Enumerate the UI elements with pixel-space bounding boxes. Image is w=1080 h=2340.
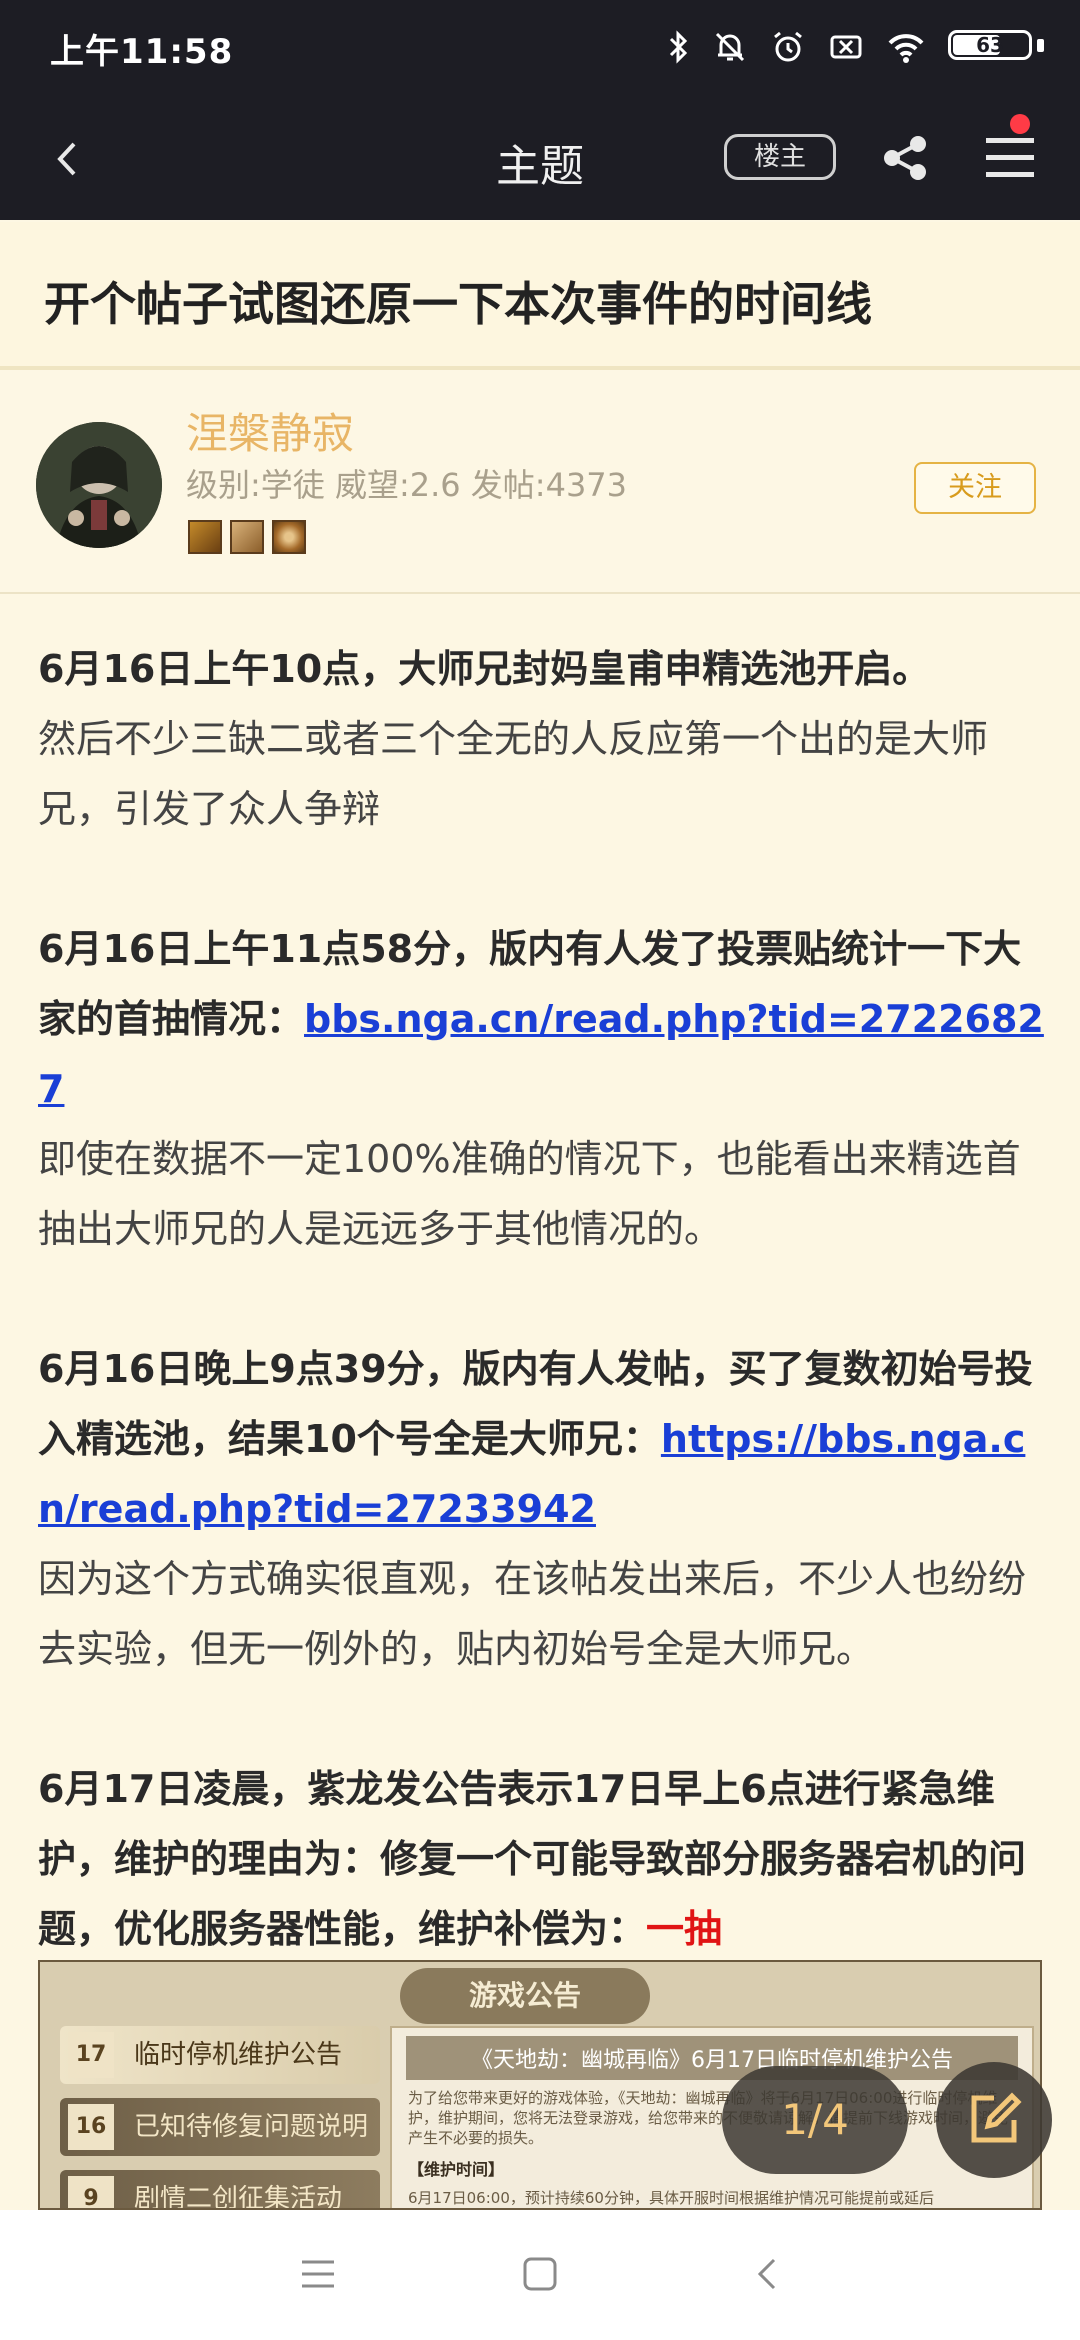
post-content: 6月16日上午10点，大师兄封妈皇甫申精选池开启。 然后不少三缺二或者三个全无的… [38,634,1048,2034]
timeline-heading: 6月16日上午10点，大师兄封妈皇甫申精选池开启。 [38,647,931,691]
home-icon[interactable] [522,2254,558,2294]
timeline-text: 然后不少三缺二或者三个全无的人反应第一个出的是大师兄，引发了众人争辩 [38,717,989,831]
avatar-image [36,422,162,548]
announcement-doc-title: 《天地劫：幽城再临》6月17日临时停机维护公告 [406,2036,1018,2080]
badge-icon-1 [188,520,222,554]
system-nav-bar [0,2210,1080,2340]
author-meta: 级别:学徒 威望:2.6 发帖:4373 [186,466,628,504]
back-nav-icon[interactable] [752,2254,782,2294]
author-card: 涅槃静寂 级别:学徒 威望:2.6 发帖:4373 关注 [0,370,1080,594]
timeline-text: 因为这个方式确实很直观，在该帖发出来后，不少人也纷纷去实验，但无一例外的，贴内初… [38,1557,1027,1671]
highlight-text: 一抽 [646,1907,723,1951]
battery-percent: 63 [976,33,1004,57]
app-header: 主题 楼主 [0,100,1080,220]
follow-button[interactable]: 关注 [914,462,1036,514]
announcement-date: 9 [68,2176,114,2208]
reply-button[interactable] [936,2062,1052,2178]
silent-bell-icon [715,32,745,62]
topic-title-bar: 开个帖子试图还原一下本次事件的时间线 [0,222,1080,370]
topic-title: 开个帖子试图还原一下本次事件的时间线 [44,277,872,331]
announcement-label: 剧情二创征集活动 [134,2184,343,2210]
announcement-doc-subheading: 【维护时间】 [408,2160,505,2179]
status-time: 上午11:58 [50,32,234,72]
announcement-banner: 游戏公告 [400,1968,650,2024]
recents-icon[interactable] [300,2254,336,2294]
announcement-date: 17 [68,2032,114,2078]
badge-icon-3 [272,520,306,554]
status-icons: 63 [668,22,1044,72]
notification-dot [1010,114,1030,134]
announcement-item: 17 临时停机维护公告 [60,2026,380,2084]
page-indicator-button[interactable]: 1/4 [722,2066,908,2174]
announcement-sidebar: 17 临时停机维护公告 16 已知待修复问题说明 9 剧情二创征集活动 [60,2026,380,2210]
avatar[interactable] [36,422,162,548]
announcement-label: 临时停机维护公告 [134,2040,343,2070]
alarm-icon [774,31,802,62]
announcement-item: 16 已知待修复问题说明 [60,2098,380,2156]
timeline-text: 即使在数据不一定100%准确的情况下，也能看出来精选首抽出大师兄的人是远远多于其… [38,1137,1021,1251]
author-name[interactable]: 涅槃静寂 [186,400,354,461]
edit-icon [971,2092,1022,2143]
author-badges [188,520,306,554]
op-only-button[interactable]: 楼主 [724,134,836,180]
post-paragraph: 6月16日上午10点，大师兄封妈皇甫申精选池开启。 然后不少三缺二或者三个全无的… [38,634,1048,844]
battery-icon: 63 [948,28,1044,66]
status-bar: 上午11:58 63 [0,0,1080,100]
timeline-heading: 6月17日凌晨，紫龙发公告表示17日早上6点进行紧急维护，维护的理由为：修复一个… [38,1767,1027,1951]
post-paragraph: 6月16日晚上9点39分，版内有人发帖，买了复数初始号投入精选池，结果10个号全… [38,1334,1048,1684]
announcement-doc-line: 6月17日06:00，预计持续60分钟，具体开服时间根据维护情况可能提前或延后 [408,2189,934,2207]
post-paragraph: 6月17日凌晨，紫龙发公告表示17日早上6点进行紧急维护，维护的理由为：修复一个… [38,1754,1048,1964]
wifi-icon [888,34,924,63]
badge-icon-2 [230,520,264,554]
announcement-label: 已知待修复问题说明 [134,2112,369,2142]
announcement-item: 9 剧情二创征集活动 [60,2170,380,2210]
share-icon [884,136,926,180]
sim-off-icon [830,35,862,59]
announcement-date: 16 [68,2104,114,2150]
menu-icon [986,138,1034,177]
announcement-doc-body: 为了给您带来更好的游戏体验，《天地劫：幽城再临》将于6月17日06:00进行临时… [408,2089,1009,2147]
post-paragraph: 6月16日上午11点58分，版内有人发了投票贴统计一下大家的首抽情况：bbs.n… [38,914,1048,1264]
share-button[interactable] [880,132,932,188]
bluetooth-icon [669,30,688,64]
menu-button[interactable] [984,132,1036,188]
